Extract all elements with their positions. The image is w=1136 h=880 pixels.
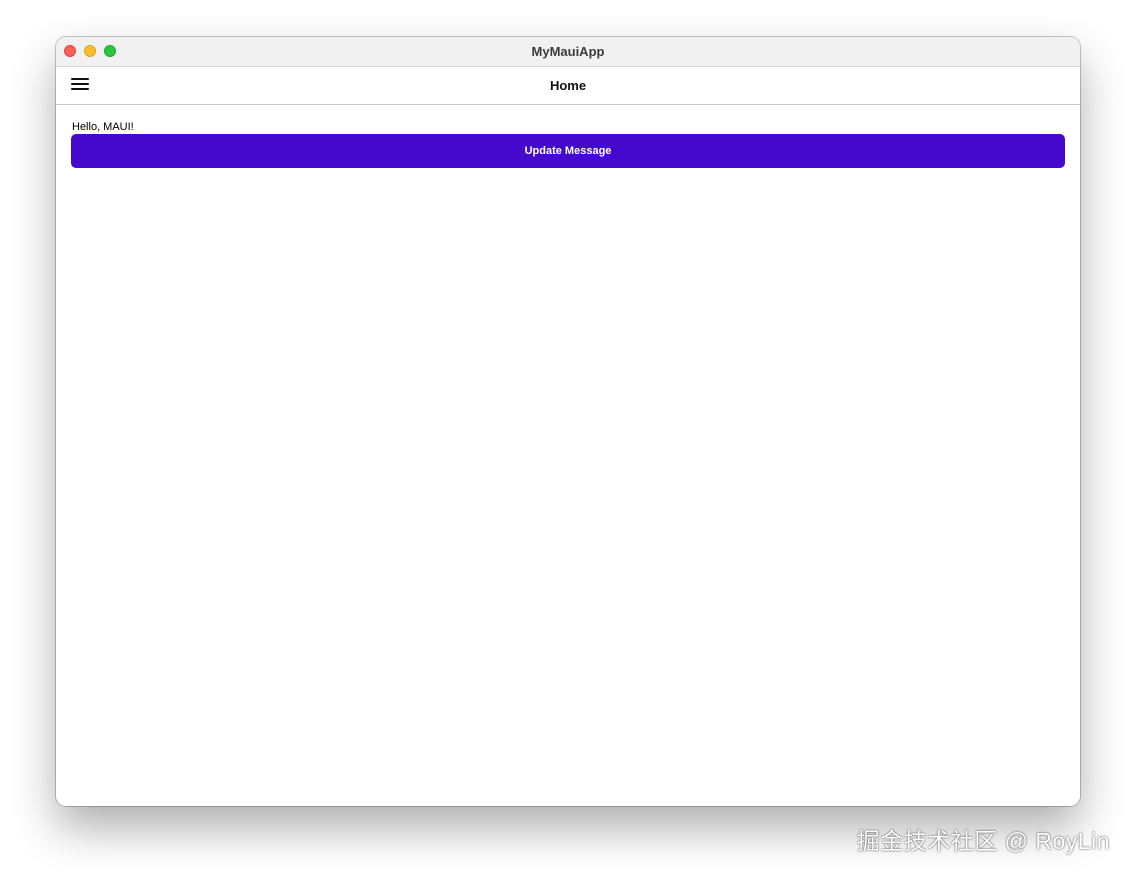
menu-line	[71, 88, 89, 90]
page-content: Hello, MAUI! Update Message	[56, 105, 1080, 806]
navigation-bar: Home	[56, 67, 1080, 105]
hamburger-menu-icon[interactable]	[71, 77, 89, 91]
watermark-text: 掘金技术社区 @ RoyLin	[856, 828, 1110, 854]
menu-line	[71, 78, 89, 80]
message-label: Hello, MAUI!	[72, 121, 134, 133]
window-title: MyMauiApp	[531, 44, 605, 59]
menu-line	[71, 83, 89, 85]
desktop-stage: MyMauiApp Home Hello, MAUI! Update Messa…	[0, 0, 1136, 880]
update-message-button[interactable]: Update Message	[71, 134, 1065, 168]
title-bar[interactable]: MyMauiApp	[56, 37, 1080, 67]
app-window: MyMauiApp Home Hello, MAUI! Update Messa…	[56, 37, 1080, 806]
page-title: Home	[549, 78, 587, 93]
